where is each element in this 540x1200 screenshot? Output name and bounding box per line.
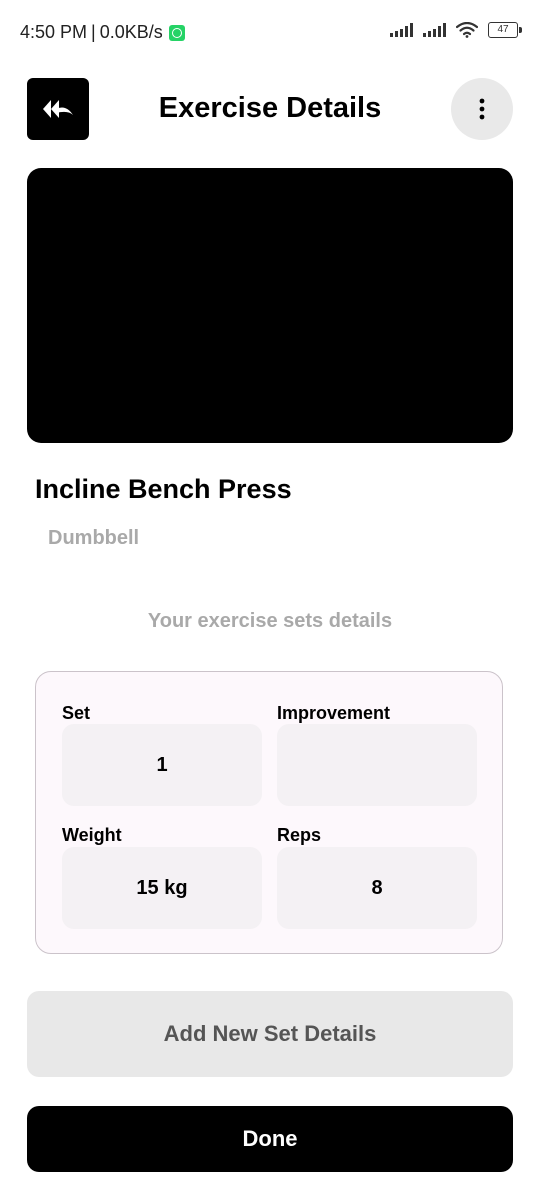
- exercise-equipment: Dumbbell: [48, 527, 140, 549]
- status-time: 4:50 PM: [20, 22, 88, 42]
- set-number-field[interactable]: 1: [62, 724, 262, 806]
- set-details-card: Set 1 Improvement Weight 15 kg Reps 8: [35, 671, 503, 954]
- weight-label: Weight: [62, 825, 122, 845]
- improvement-label: Improvement: [277, 703, 391, 723]
- done-button[interactable]: Done: [27, 1106, 513, 1172]
- reps-field[interactable]: 8: [277, 847, 477, 929]
- back-button[interactable]: [27, 78, 89, 140]
- battery-icon: 47: [488, 22, 522, 38]
- status-right: 47: [390, 22, 522, 38]
- reps-label: Reps: [277, 825, 322, 845]
- weight-field[interactable]: 15 kg: [62, 847, 262, 929]
- whatsapp-notification-icon: [168, 24, 185, 41]
- set-label: Set: [62, 703, 91, 723]
- status-left: 4:50 PM | 0.0KB/s: [20, 22, 185, 43]
- exercise-name: Incline Bench Press: [35, 474, 292, 504]
- status-separator: |: [91, 22, 96, 42]
- cell-signal-2-icon: [423, 23, 446, 37]
- sets-caption: Your exercise sets details: [147, 610, 393, 632]
- add-new-set-button[interactable]: Add New Set Details: [27, 991, 513, 1077]
- status-bar: 4:50 PM | 0.0KB/s 47: [0, 0, 540, 64]
- vertical-ellipsis-icon: [479, 98, 485, 120]
- status-network-speed: 0.0KB/s: [99, 22, 163, 42]
- wifi-icon: [456, 22, 478, 38]
- more-options-button[interactable]: [451, 78, 513, 140]
- exercise-video-player[interactable]: [27, 168, 513, 443]
- improvement-field[interactable]: [277, 724, 477, 806]
- cell-signal-icon: [390, 23, 413, 37]
- double-arrow-back-icon: [43, 100, 73, 118]
